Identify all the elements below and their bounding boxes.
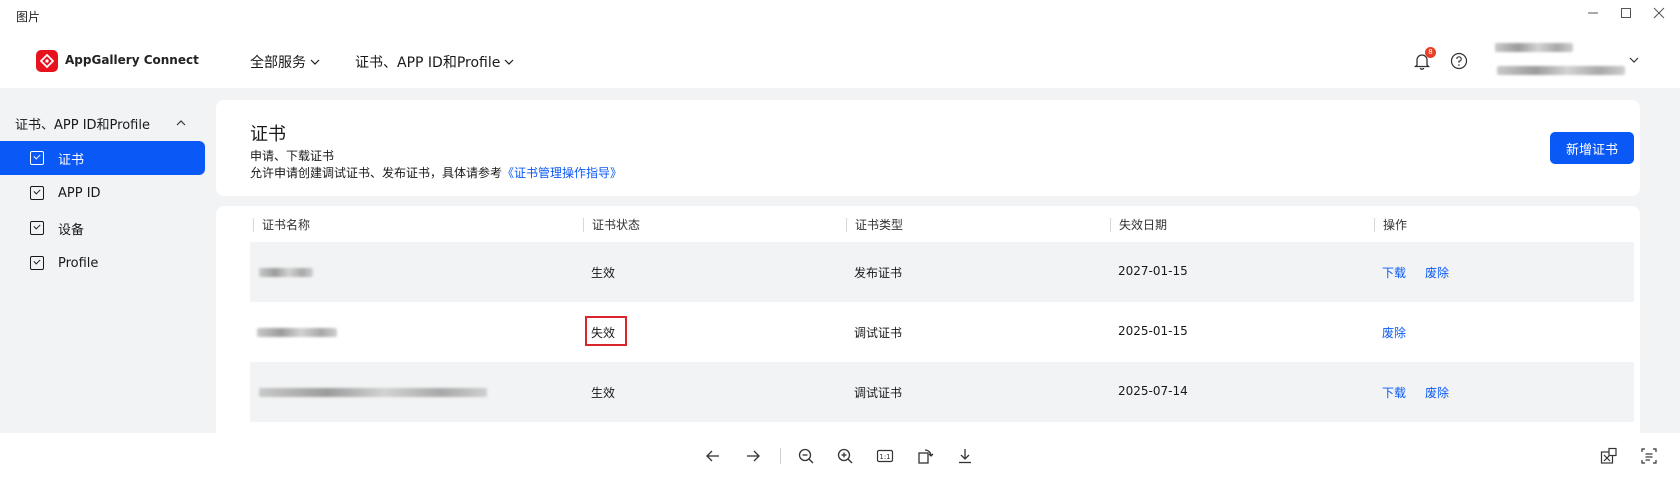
chevron-up-icon[interactable] — [176, 118, 186, 128]
page-title: 证书 — [250, 124, 286, 145]
arrow-right-icon — [747, 450, 760, 462]
sidebar-item-label: Profile — [58, 255, 99, 271]
account-chevron-down-icon[interactable] — [1628, 54, 1640, 66]
column-header-actions: 操作 — [1374, 218, 1407, 232]
download-icon — [959, 449, 971, 464]
certificate-name-redacted — [259, 388, 487, 397]
sidebar-item-label: 证书 — [58, 152, 85, 168]
add-certificate-button[interactable]: 新增证书 — [1550, 132, 1634, 164]
cert-appid-profile-menu[interactable]: 证书、APP ID和Profile — [355, 52, 514, 72]
image-edit-button[interactable] — [1598, 445, 1620, 467]
image-info-icon — [1641, 448, 1657, 464]
app-id-icon — [30, 186, 44, 200]
download-link[interactable]: 下载 — [1382, 264, 1406, 281]
arrow-left-icon — [706, 450, 719, 462]
all-services-label: 全部服务 — [250, 55, 306, 71]
sidebar-item-devices[interactable]: 设备 — [0, 211, 205, 245]
window-titlebar: 图片 — [0, 0, 1680, 34]
guide-prefix: 允许申请创建调试证书、发布证书，具体请参考 — [250, 166, 503, 180]
revoke-link[interactable]: 废除 — [1382, 324, 1406, 341]
cert-menu-label: 证书、APP ID和Profile — [355, 55, 501, 71]
zoom-in-icon — [837, 448, 853, 464]
sidebar-item-label: 设备 — [58, 222, 85, 238]
brand-name[interactable]: AppGallery Connect — [65, 53, 199, 67]
certificate-name-redacted — [257, 328, 337, 337]
certificate-expiry: 2025-01-15 — [1118, 324, 1188, 338]
table-row: 失效 调试证书 2025-01-15 废除 — [250, 302, 1634, 362]
all-services-menu[interactable]: 全部服务 — [250, 52, 320, 72]
maximize-button[interactable] — [1615, 4, 1637, 22]
notification-badge: 8 — [1425, 47, 1436, 58]
rotate-icon — [918, 449, 934, 464]
next-button[interactable] — [742, 445, 764, 467]
column-header-expiry: 失效日期 — [1110, 218, 1167, 232]
sidebar-item-app-id[interactable]: APP ID — [0, 176, 205, 210]
actual-size-button[interactable]: 1:1 — [874, 445, 896, 467]
certificate-expiry: 2027-01-15 — [1118, 264, 1188, 278]
close-button[interactable] — [1648, 4, 1670, 22]
profile-icon — [30, 256, 44, 270]
zoom-in-button[interactable] — [834, 445, 856, 467]
column-header-name: 证书名称 — [253, 218, 310, 232]
image-edit-icon — [1600, 447, 1617, 464]
table-row: 生效 调试证书 2025-07-14 下载 废除 — [250, 362, 1634, 422]
account-name-redacted[interactable] — [1495, 43, 1573, 52]
certificates-header-card: 证书 申请、下载证书 允许申请创建调试证书、发布证书，具体请参考《证书管理操作指… — [216, 100, 1640, 196]
page-guide-text: 允许申请创建调试证书、发布证书，具体请参考《证书管理操作指导》 — [250, 164, 622, 181]
actual-size-icon: 1:1 — [876, 449, 894, 463]
certificate-type: 调试证书 — [854, 386, 903, 400]
viewer-toolbar: 1:1 — [0, 433, 1680, 480]
app-header: AppGallery Connect 全部服务 证书、APP ID和Profil… — [0, 34, 1680, 88]
certificate-expiry: 2025-07-14 — [1118, 384, 1188, 398]
download-link[interactable]: 下载 — [1382, 384, 1406, 401]
page-description: 申请、下载证书 — [250, 149, 335, 163]
column-header-status: 证书状态 — [583, 218, 640, 232]
toolbar-divider — [780, 448, 781, 464]
column-header-type: 证书类型 — [846, 218, 903, 232]
help-button[interactable] — [1448, 50, 1470, 72]
certificate-status: 生效 — [591, 266, 616, 280]
chevron-down-icon — [310, 59, 320, 65]
image-info-button[interactable] — [1638, 445, 1660, 467]
chevron-down-icon — [504, 59, 514, 65]
revoke-link[interactable]: 废除 — [1425, 264, 1449, 281]
appgallery-logo-icon[interactable] — [36, 50, 58, 72]
certificate-name-redacted — [259, 268, 313, 277]
sidebar-item-label: APP ID — [58, 185, 101, 201]
notification-button[interactable]: 8 — [1411, 47, 1436, 72]
sidebar-item-certificates[interactable]: 证书 — [0, 141, 205, 175]
account-id-redacted[interactable] — [1497, 66, 1625, 75]
window-title: 图片 — [16, 10, 41, 24]
zoom-out-icon — [798, 448, 814, 464]
minimize-button[interactable] — [1582, 4, 1604, 22]
table-row: 生效 发布证书 2027-01-15 下载 废除 — [250, 242, 1634, 302]
certificate-type: 调试证书 — [854, 326, 903, 340]
guide-link[interactable]: 《证书管理操作指导》 — [502, 166, 622, 180]
sidebar-item-profile[interactable]: Profile — [0, 246, 205, 280]
actual-size-label: 1:1 — [879, 453, 890, 461]
sidebar-group-label[interactable]: 证书、APP ID和Profile — [15, 114, 150, 133]
previous-button[interactable] — [702, 445, 724, 467]
device-icon — [30, 221, 44, 235]
revoke-link[interactable]: 废除 — [1425, 384, 1449, 401]
help-icon — [1450, 52, 1468, 70]
sidebar: 证书、APP ID和Profile 证书 APP ID 设备 Profile — [0, 88, 212, 433]
download-image-button[interactable] — [954, 445, 976, 467]
certificate-icon — [30, 151, 44, 165]
certificate-status: 生效 — [591, 386, 616, 400]
zoom-out-button[interactable] — [795, 445, 817, 467]
expired-status-highlight — [585, 316, 627, 346]
rotate-button[interactable] — [914, 445, 936, 467]
certificate-type: 发布证书 — [854, 266, 903, 280]
